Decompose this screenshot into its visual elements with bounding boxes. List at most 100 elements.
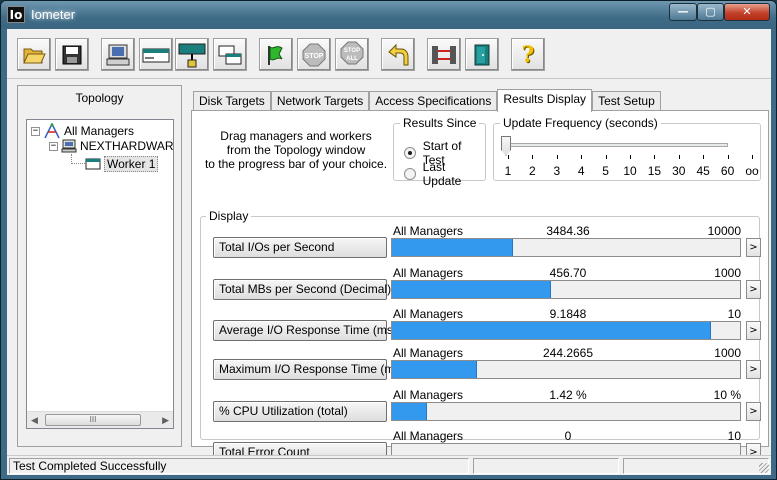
slider-tick: [703, 155, 705, 159]
radio-button[interactable]: [404, 147, 416, 159]
update-frequency-slider-track[interactable]: [506, 143, 728, 147]
open-folder-icon: [23, 48, 46, 63]
stop-sign-text: STOP: [305, 53, 324, 60]
toolbar: STOP STOP ALL ?: [7, 29, 771, 79]
slider-tick: [556, 155, 558, 159]
update-frequency-group: Update Frequency (seconds) 1 2 3 4 5 10 15 30 45…: [493, 116, 761, 181]
slider-tick: [727, 155, 729, 159]
slider-tick-label: 10: [623, 164, 637, 178]
open-config-button[interactable]: [17, 38, 51, 71]
instruction-line: Drag managers and workers: [220, 129, 372, 143]
radio-button[interactable]: [404, 168, 416, 180]
stop-all-button[interactable]: STOP ALL: [335, 38, 369, 71]
tab-disk-targets[interactable]: Disk Targets: [193, 91, 271, 111]
slider-tick: [654, 155, 656, 159]
slider-tick: [630, 155, 631, 159]
instruction-line: to the progress bar of your choice.: [204, 157, 388, 171]
scroll-thumb[interactable]: III: [45, 414, 141, 426]
radio-last-update[interactable]: Last Update: [404, 160, 485, 188]
tree-horizontal-scrollbar[interactable]: ◀ III ▶: [27, 411, 173, 428]
slider-tick: [581, 155, 583, 159]
metric-max: 10: [727, 429, 741, 443]
metric-select-button[interactable]: Average I/O Response Time (ms): [213, 320, 397, 341]
title-bar[interactable]: Io Iometer — ▢ ✕: [1, 1, 776, 29]
metric-select-button[interactable]: Total MBs per Second (Decimal): [213, 279, 391, 300]
stop-sign-icon: STOP: [302, 43, 326, 66]
maximize-button[interactable]: ▢: [697, 3, 724, 21]
topology-title: Topology: [75, 91, 124, 105]
reset-workers-button[interactable]: [381, 38, 415, 71]
slider-tick-label: 1: [504, 164, 512, 178]
tree-label-worker: Worker 1: [104, 156, 159, 172]
tab-access-specifications[interactable]: Access Specifications: [369, 91, 498, 111]
topology-panel: Topology − All Managers − NEXTHARDWAR Wo…: [17, 85, 182, 447]
metric-expand-button[interactable]: >: [746, 402, 761, 421]
tree-expander[interactable]: −: [49, 141, 58, 151]
disconnect-button[interactable]: [427, 38, 461, 71]
tree-node-manager[interactable]: − NEXTHARDWAR: [49, 139, 174, 153]
metric-select-button[interactable]: % CPU Utilization (total): [213, 401, 387, 422]
new-network-worker-button[interactable]: [175, 38, 209, 71]
tree-node-all-managers[interactable]: − All Managers: [31, 123, 134, 139]
radio-label: Last Update: [422, 160, 462, 188]
window-title: Iometer: [31, 7, 76, 22]
results-display-panel: Drag managers and workers from the Topol…: [191, 110, 769, 463]
metric-expand-button[interactable]: >: [746, 238, 761, 257]
new-worker-button[interactable]: [139, 38, 173, 71]
resize-grip[interactable]: [759, 463, 769, 473]
tree-expander[interactable]: −: [31, 126, 40, 136]
scroll-left-arrow[interactable]: ◀: [31, 415, 38, 426]
tree-label-manager: NEXTHARDWAR: [80, 139, 174, 153]
metric-progress-bar[interactable]: [391, 402, 741, 421]
metric-expand-button[interactable]: >: [746, 360, 761, 379]
stop-all-subtext: ALL: [346, 56, 358, 62]
metric-expand-button[interactable]: >: [746, 280, 761, 299]
metric-progress-bar[interactable]: [391, 321, 741, 340]
tree-connector: [71, 154, 85, 164]
metric-progress-bar[interactable]: [391, 238, 741, 257]
stop-button[interactable]: STOP: [297, 38, 331, 71]
update-frequency-slider-thumb[interactable]: [501, 136, 511, 156]
tab-results-display[interactable]: Results Display: [497, 89, 593, 112]
tab-network-targets[interactable]: Network Targets: [270, 91, 370, 111]
metric-progress-bar[interactable]: [391, 360, 741, 379]
slider-tick-label: 4: [577, 164, 585, 178]
status-bar: Test Completed Successfully: [7, 455, 771, 475]
metric-source-label: All Managers: [393, 224, 464, 238]
new-manager-button[interactable]: [101, 38, 135, 71]
metric-max: 1000: [714, 266, 741, 280]
disconnect-icon: [432, 45, 456, 64]
status-pane: [623, 458, 769, 474]
metric-progress-bar[interactable]: [391, 280, 741, 299]
save-config-button[interactable]: [55, 38, 89, 71]
minimize-button[interactable]: —: [669, 3, 697, 21]
metric-expand-button[interactable]: >: [746, 321, 761, 340]
tree-node-worker[interactable]: Worker 1: [85, 156, 159, 172]
help-button[interactable]: ?: [511, 38, 545, 71]
slider-tick: [605, 155, 607, 159]
close-button[interactable]: ✕: [724, 3, 770, 21]
start-tests-button[interactable]: [259, 38, 293, 71]
metric-source-label: All Managers: [393, 307, 464, 321]
tab-area: Disk Targets Network Targets Access Spec…: [189, 85, 771, 463]
duplicate-worker-button[interactable]: [213, 38, 247, 71]
metric-max: 10000: [707, 224, 741, 238]
scroll-right-arrow[interactable]: ▶: [162, 415, 169, 426]
topology-tree[interactable]: − All Managers − NEXTHARDWAR Worker 1 ◀ …: [26, 119, 174, 429]
metric-select-button[interactable]: Total I/Os per Second: [213, 237, 387, 258]
stop-all-text: STOP: [344, 48, 360, 54]
metric-select-button[interactable]: Maximum I/O Response Time (ms): [213, 359, 404, 380]
slider-tick-label: 15: [647, 164, 662, 178]
metric-progress-fill: [392, 322, 712, 339]
network-icon: [178, 43, 206, 67]
metric-progress-fill: [392, 403, 428, 420]
iometer-app-icon[interactable]: Io: [7, 6, 25, 23]
display-group: Display Total I/Os per Second All Manager…: [200, 209, 761, 463]
slider-tick-label: 45: [696, 164, 710, 178]
slider-tick: [752, 155, 753, 159]
help-question-icon: ?: [521, 41, 535, 68]
undo-arrow-icon: [388, 43, 409, 65]
exit-button[interactable]: [465, 38, 499, 71]
tab-test-setup[interactable]: Test Setup: [592, 91, 661, 111]
instruction-line: from the Topology window: [226, 143, 366, 157]
